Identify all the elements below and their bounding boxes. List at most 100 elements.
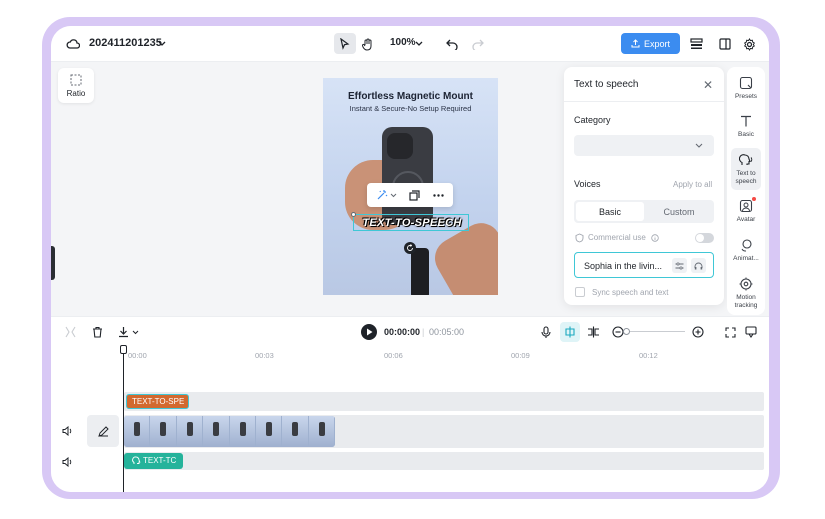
animation-icon xyxy=(741,239,752,252)
settings-gear-icon[interactable] xyxy=(741,36,757,52)
rail-label: Animat... xyxy=(733,255,759,262)
apply-to-all-link[interactable]: Apply to all xyxy=(673,180,712,189)
left-panel-handle[interactable] xyxy=(51,246,55,280)
text-track[interactable] xyxy=(124,392,764,411)
total-time: 00:05:00 xyxy=(429,327,465,337)
timeline-zoom-slider[interactable] xyxy=(629,331,685,332)
chevron-down-icon xyxy=(695,143,703,148)
speech-head-icon xyxy=(739,154,753,165)
download-chevron-icon[interactable] xyxy=(130,327,140,337)
rail-label: Presets xyxy=(734,93,758,100)
text-icon xyxy=(741,115,751,127)
ratio-button[interactable]: Ratio xyxy=(58,68,94,103)
voices-label: Voices xyxy=(574,179,601,189)
rail-item-motion-tracking[interactable]: Motion tracking xyxy=(727,277,765,309)
cover-edit-button[interactable] xyxy=(87,415,119,447)
sync-checkbox[interactable] xyxy=(575,287,585,297)
link-clips-icon[interactable] xyxy=(586,325,600,339)
phone-shape xyxy=(382,127,433,225)
rotate-handle-icon[interactable] xyxy=(404,242,416,254)
redo-icon[interactable] xyxy=(471,36,485,52)
microphone-icon[interactable] xyxy=(539,325,553,339)
category-select[interactable] xyxy=(574,135,714,156)
timeline-ruler[interactable]: 00:00 00:03 00:06 00:09 00:12 xyxy=(51,346,769,364)
sync-label: Sync speech and text xyxy=(592,288,669,297)
undo-icon[interactable] xyxy=(445,36,459,52)
magnet-snap-icon[interactable] xyxy=(560,322,580,342)
zoom-in-icon[interactable] xyxy=(691,325,705,339)
rail-label: Avatar xyxy=(736,216,756,223)
layers-icon[interactable] xyxy=(688,36,704,52)
video-title-text: Effortless Magnetic Mount xyxy=(347,91,473,102)
commercial-use-label: Commercial use xyxy=(588,233,646,242)
more-options-icon[interactable] xyxy=(431,188,445,202)
floating-toolbar xyxy=(367,183,453,207)
speech-clip-icon xyxy=(132,456,141,464)
video-frame-thumbnail xyxy=(203,416,230,447)
playhead[interactable] xyxy=(123,347,124,492)
rail-item-text-to-speech[interactable]: Text to speech xyxy=(727,153,765,185)
play-icon xyxy=(367,328,373,336)
pencil-icon xyxy=(97,425,109,437)
tab-custom[interactable]: Custom xyxy=(646,202,712,221)
video-frame-thumbnail xyxy=(150,416,177,447)
video-track-volume-icon[interactable] xyxy=(60,424,74,438)
timeline-toolbar: 00:00:00 | 00:05:00 xyxy=(51,316,769,346)
ruler-tick: 00:12 xyxy=(639,351,658,360)
panel-divider xyxy=(564,101,724,102)
ratio-label: Ratio xyxy=(66,89,86,98)
audio-track[interactable] xyxy=(124,452,764,470)
zoom-slider-knob[interactable] xyxy=(623,328,630,335)
project-name[interactable]: 202411201235 xyxy=(89,37,162,49)
panel-title: Text to speech xyxy=(574,79,639,90)
text-clip[interactable]: TEXT-TO-SPE xyxy=(126,394,189,409)
selected-voice-card[interactable]: Sophia in the livin... xyxy=(574,252,714,278)
export-button[interactable]: Export xyxy=(621,33,680,54)
ruler-tick: 00:00 xyxy=(128,351,147,360)
video-frame-thumbnail xyxy=(229,416,256,447)
video-frame-thumbnail xyxy=(124,416,151,447)
delete-icon[interactable] xyxy=(90,325,104,339)
presets-icon xyxy=(739,76,753,90)
fullscreen-icon[interactable] xyxy=(723,325,737,339)
cursor-icon xyxy=(338,37,352,51)
comment-icon[interactable] xyxy=(744,325,758,339)
video-frame-thumbnail xyxy=(282,416,309,447)
close-icon[interactable]: ✕ xyxy=(703,78,713,92)
info-icon[interactable] xyxy=(651,234,659,242)
panel-layout-icon[interactable] xyxy=(717,36,733,52)
audio-track-volume-icon[interactable] xyxy=(60,455,74,469)
mount-grip-shape xyxy=(411,248,429,295)
audio-clip-label: TEXT-TC xyxy=(143,456,177,465)
cloud-icon[interactable] xyxy=(65,36,81,52)
tab-basic[interactable]: Basic xyxy=(576,202,644,221)
audio-clip[interactable]: TEXT-TC xyxy=(124,453,183,469)
zoom-level[interactable]: 100% xyxy=(390,37,416,48)
play-button[interactable] xyxy=(361,324,377,340)
ratio-icon xyxy=(70,74,82,86)
rail-label: Motion tracking xyxy=(734,294,758,309)
voice-settings-icon[interactable] xyxy=(672,258,687,273)
video-frame-thumbnail xyxy=(176,416,204,447)
download-icon[interactable] xyxy=(116,325,130,339)
magic-wand-icon[interactable] xyxy=(375,188,389,202)
rail-item-basic[interactable]: Basic xyxy=(727,114,765,139)
resize-handle[interactable] xyxy=(351,212,356,217)
wand-chevron-icon[interactable] xyxy=(389,190,397,200)
split-icon[interactable] xyxy=(63,325,77,339)
video-subtitle-text: Instant & Secure-No Setup Required xyxy=(349,104,472,113)
rail-item-animation[interactable]: Animat... xyxy=(727,238,765,263)
playhead-handle[interactable] xyxy=(120,345,127,354)
rail-item-presets[interactable]: Presets xyxy=(727,76,765,101)
zoom-chevron-icon[interactable] xyxy=(414,37,424,51)
voice-name: Sophia in the livin... xyxy=(584,261,663,271)
headphones-icon[interactable] xyxy=(691,258,706,273)
avatar-icon xyxy=(739,199,753,213)
text-overlay-selection[interactable]: TEXT-TO-SPEECH xyxy=(351,212,469,231)
commercial-use-toggle[interactable] xyxy=(695,233,714,243)
rail-item-avatar[interactable]: Avatar xyxy=(727,199,765,224)
duplicate-icon[interactable] xyxy=(407,188,421,202)
video-clip[interactable] xyxy=(124,416,335,447)
hand-tool-icon[interactable] xyxy=(361,36,375,52)
chevron-down-icon[interactable] xyxy=(156,37,168,51)
